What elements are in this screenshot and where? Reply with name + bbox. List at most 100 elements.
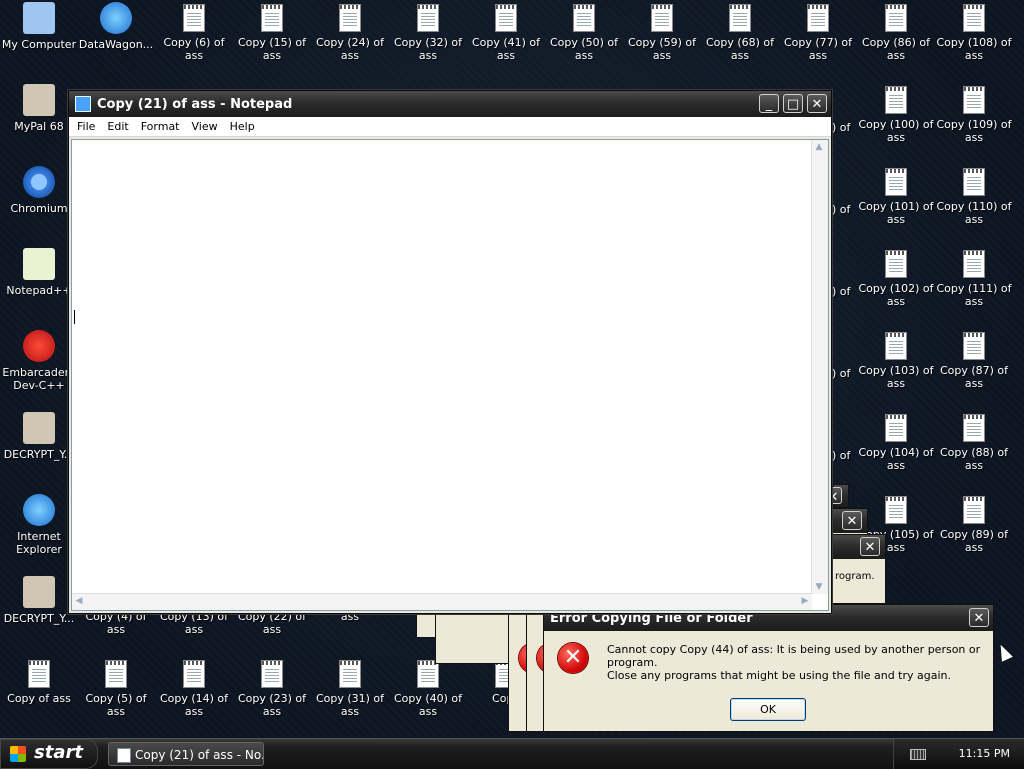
desktop-icon[interactable]: Copy (5) of ass — [77, 658, 155, 718]
desktop-icon[interactable]: Copy (77) of ass — [779, 2, 857, 62]
error-icon: ✕ — [558, 643, 588, 673]
partial-label: ) of — [832, 285, 851, 298]
horizontal-scrollbar[interactable]: ◀ ▶ — [72, 593, 812, 610]
menu-file[interactable]: File — [77, 120, 95, 133]
desktop-icon[interactable]: Copy (110) of ass — [935, 166, 1013, 226]
scroll-left-icon[interactable]: ◀ — [72, 594, 86, 608]
desktop-icon[interactable]: Copy (88) of ass — [935, 412, 1013, 472]
text-editor[interactable]: ▲ ▼ ◀ ▶ — [71, 139, 829, 611]
desktop-icon-label: Copy (23) of ass — [237, 692, 307, 718]
desktop-icon[interactable]: Internet Explorer — [0, 494, 78, 556]
scroll-right-icon[interactable]: ▶ — [798, 594, 812, 608]
desktop-icon[interactable]: Copy (24) of ass — [311, 2, 389, 62]
desktop-icon[interactable]: Copy (41) of ass — [467, 2, 545, 62]
maximize-button[interactable]: □ — [783, 94, 803, 113]
desktop-icon-label: Notepad++ — [6, 284, 72, 297]
desktop-icon[interactable]: Copy (87) of ass — [935, 330, 1013, 390]
desktop-icon-label: Copy (104) of ass — [858, 446, 934, 472]
scroll-down-icon[interactable]: ▼ — [812, 580, 826, 594]
desktop-icon[interactable]: Copy (40) of ass — [389, 658, 467, 718]
desktop-icon[interactable]: Copy (23) of ass — [233, 658, 311, 718]
menu-view[interactable]: View — [192, 120, 218, 133]
partial-label: ) of — [832, 121, 851, 134]
desktop-icon[interactable]: Copy (109) of ass — [935, 84, 1013, 144]
vertical-scrollbar[interactable]: ▲ ▼ — [811, 140, 828, 594]
close-icon[interactable]: ✕ — [842, 511, 862, 530]
notepad-icon — [117, 748, 131, 763]
text-file-icon — [885, 250, 907, 278]
ie-icon — [100, 2, 132, 34]
keyboard-icon[interactable] — [910, 749, 926, 760]
notepad-titlebar[interactable]: Copy (21) of ass - Notepad _ □ ✕ — [69, 91, 831, 117]
text-file-icon — [963, 168, 985, 196]
text-file-icon — [183, 660, 205, 688]
desktop-icon-label: Embarcadero Dev-C++ — [2, 366, 76, 392]
desktop-icon[interactable]: Copy (102) of ass — [857, 248, 935, 308]
desktop-icon[interactable]: Copy (104) of ass — [857, 412, 935, 472]
desktop-icon[interactable]: Copy (89) of ass — [935, 494, 1013, 554]
start-label: start — [34, 742, 83, 763]
desktop-icon[interactable]: Copy (50) of ass — [545, 2, 623, 62]
desktop-icon[interactable]: DECRYPT_Y... — [0, 576, 78, 625]
partial-label: ) of — [832, 367, 851, 380]
desktop-icon-label: Copy (14) of ass — [159, 692, 229, 718]
desktop-icon[interactable]: DECRYPT_Y... — [0, 412, 78, 461]
mypal-icon — [23, 84, 55, 116]
text-file-icon — [885, 414, 907, 442]
error-dialog-behind-left2 — [435, 606, 511, 664]
notepadpp-icon — [23, 248, 55, 280]
desktop-icon[interactable]: Copy (59) of ass — [623, 2, 701, 62]
desktop-icon[interactable]: Copy of ass — [0, 658, 78, 705]
desktop-icon-label: Copy (100) of ass — [858, 118, 934, 144]
desktop-icon[interactable]: Copy (32) of ass — [389, 2, 467, 62]
desktop-icon-label: Copy (6) of ass — [163, 36, 225, 62]
scroll-up-icon[interactable]: ▲ — [812, 140, 826, 154]
text-file-icon — [885, 86, 907, 114]
desktop-icon[interactable]: Copy (111) of ass — [935, 248, 1013, 308]
desktop-icon[interactable]: Copy (103) of ass — [857, 330, 935, 390]
desktop-icon-label: Copy (86) of ass — [861, 36, 931, 62]
desktop-icon[interactable]: Copy (108) of ass — [935, 2, 1013, 62]
text-file-icon — [885, 496, 907, 524]
close-icon[interactable]: ✕ — [860, 537, 880, 556]
text-file-icon — [28, 660, 50, 688]
task-label: Copy (21) of ass - No... — [135, 748, 264, 762]
error-dialog-behind-3: ✕ — [824, 484, 849, 508]
desktop-icon-label: Copy (111) of ass — [936, 282, 1012, 308]
desktop-icon[interactable]: Embarcadero Dev-C++ — [0, 330, 78, 392]
text-file-icon — [963, 414, 985, 442]
clock[interactable]: 11:15 PM — [959, 747, 1010, 760]
close-button[interactable]: ✕ — [969, 608, 989, 627]
menu-edit[interactable]: Edit — [107, 120, 128, 133]
mouse-cursor-icon — [995, 642, 1013, 662]
desktop-icon[interactable]: Notepad++ — [0, 248, 78, 297]
desktop-icon[interactable]: Copy (31) of ass — [311, 658, 389, 718]
desktop-icon[interactable]: Copy (15) of ass — [233, 2, 311, 62]
text-file-icon — [339, 4, 361, 32]
text-file-icon — [183, 4, 205, 32]
desktop-icon[interactable]: MyPal 68 — [0, 84, 78, 133]
desktop-icon[interactable]: Copy (100) of ass — [857, 84, 935, 144]
desktop-icon[interactable]: Copy (68) of ass — [701, 2, 779, 62]
menu-help[interactable]: Help — [230, 120, 255, 133]
desktop-icon[interactable]: Chromium — [0, 166, 78, 215]
computer-icon — [23, 2, 55, 34]
error-message-partial: rogram. — [835, 571, 875, 582]
desktop-icon-label: Copy (103) of ass — [858, 364, 934, 390]
minimize-button[interactable]: _ — [759, 94, 779, 113]
desktop-icon[interactable]: My Computer — [0, 2, 78, 51]
desktop-icon-label: DECRYPT_Y... — [3, 448, 75, 461]
task-button-notepad[interactable]: Copy (21) of ass - No... — [108, 742, 264, 766]
close-button[interactable]: ✕ — [807, 94, 827, 113]
desktop-icon[interactable]: Copy (6) of ass — [155, 2, 233, 62]
menu-format[interactable]: Format — [141, 120, 180, 133]
text-caret — [74, 310, 75, 324]
decrypt-icon — [23, 412, 55, 444]
desktop-icon[interactable]: Copy (86) of ass — [857, 2, 935, 62]
desktop-icon[interactable]: Copy (14) of ass — [155, 658, 233, 718]
desktop-icon[interactable]: Copy (101) of ass — [857, 166, 935, 226]
start-button[interactable]: start — [0, 739, 98, 769]
desktop-icon-label: Copy (24) of ass — [315, 36, 385, 62]
desktop-icon[interactable]: DataWagon... — [77, 2, 155, 51]
ok-button[interactable]: OK — [730, 698, 806, 721]
